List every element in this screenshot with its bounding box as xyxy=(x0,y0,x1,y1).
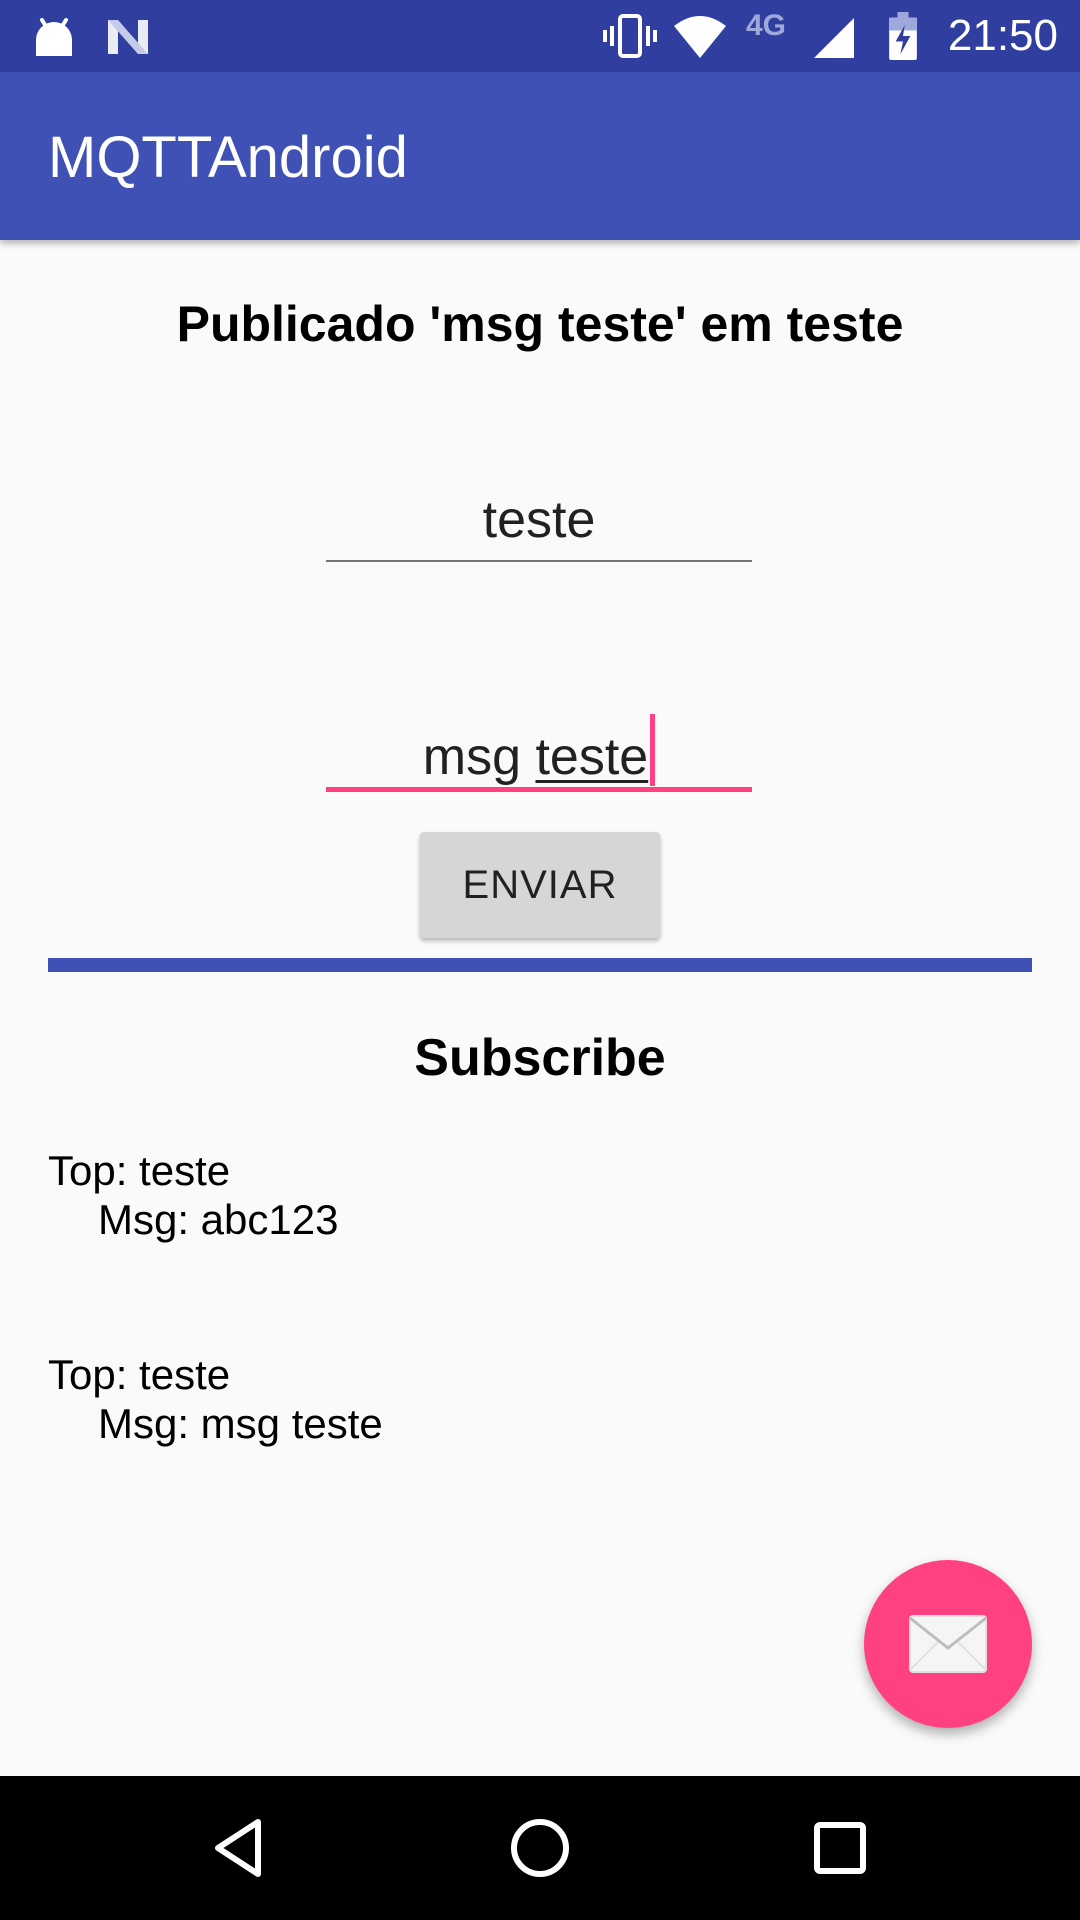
app-title: MQTTAndroid xyxy=(48,125,408,190)
screen: 4G 21:50 MQTTAndroid Publicado 'msg test… xyxy=(0,0,1080,1920)
section-divider xyxy=(48,958,1032,972)
entry-message: Msg: abc123 xyxy=(98,1196,339,1243)
email-fab-button[interactable] xyxy=(864,1560,1032,1728)
text-cursor xyxy=(650,714,656,786)
entry-topic: Top: teste xyxy=(48,1147,231,1194)
email-icon xyxy=(909,1615,987,1673)
status-bar: 4G 21:50 xyxy=(0,0,1080,72)
android-icon xyxy=(36,18,72,56)
navigation-bar xyxy=(0,1776,1080,1920)
network-type-label: 4G xyxy=(746,9,787,42)
home-icon[interactable] xyxy=(508,1816,572,1880)
send-button[interactable]: ENVIAR xyxy=(420,832,660,938)
subscribe-entry: Top: teste Msg: msg teste xyxy=(48,1350,383,1448)
topic-input[interactable]: teste xyxy=(326,488,752,562)
back-icon[interactable] xyxy=(208,1816,272,1880)
topic-input-underline xyxy=(326,560,752,562)
publish-status-text: Publicado 'msg teste' em teste xyxy=(176,296,904,352)
vibrate-icon xyxy=(603,14,657,58)
app-bar: MQTTAndroid xyxy=(0,72,1080,240)
clock: 21:50 xyxy=(947,11,1058,60)
message-input-prefix: msg xyxy=(422,728,522,786)
entry-topic: Top: teste xyxy=(48,1351,231,1398)
subscribe-title: Subscribe xyxy=(414,1029,666,1087)
message-input-composing-word: teste xyxy=(535,728,649,786)
topic-input-value: teste xyxy=(482,491,596,549)
n-icon xyxy=(108,20,148,54)
message-input[interactable]: msg teste xyxy=(326,714,752,792)
signal-icon xyxy=(814,18,854,58)
subscribe-entry: Top: teste Msg: abc123 xyxy=(48,1146,338,1244)
recents-icon[interactable] xyxy=(808,1816,872,1880)
battery-charging-icon xyxy=(889,12,917,60)
entry-message: Msg: msg teste xyxy=(98,1400,383,1447)
wifi-icon xyxy=(674,16,726,58)
message-input-underline xyxy=(326,787,752,792)
